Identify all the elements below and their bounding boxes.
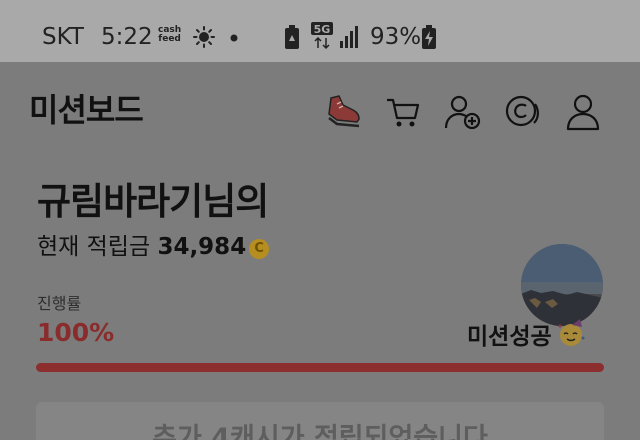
- points-label: 현재 적립금: [37, 234, 151, 260]
- signal-icon: [340, 26, 358, 48]
- reward-notice-text: 추가 4캐시가 적립되었습니다: [152, 423, 488, 440]
- shoe-icon[interactable]: [323, 92, 363, 132]
- progress-bar: [36, 363, 604, 372]
- battery-saver-icon: [285, 25, 299, 49]
- status-bar: SKT 5:22 cash feed 5G 93%: [0, 0, 640, 62]
- avatar-landscape-image: [521, 244, 603, 326]
- battery-charging-icon: [422, 25, 436, 49]
- clock: 5:22: [101, 24, 153, 50]
- carrier-label: SKT: [42, 24, 84, 50]
- progress-bar-fill: [36, 363, 604, 372]
- mission-status-label: 미션성공: [467, 324, 552, 350]
- notification-dot-icon: [230, 34, 238, 42]
- cashfeed-icon: cash feed: [158, 25, 182, 44]
- avatar[interactable]: [521, 244, 603, 326]
- profile-icon[interactable]: [563, 92, 603, 132]
- mission-board-screen: 미션보드 규림바라기님의 현재 적립금 34,984 C 진행률 100% 미션…: [0, 62, 640, 440]
- network-5g-icon: 5G: [311, 22, 333, 50]
- page-title: 미션보드: [29, 91, 144, 129]
- svg-text:5G: 5G: [314, 23, 331, 36]
- cart-icon[interactable]: [383, 92, 423, 132]
- party-face-icon: [558, 319, 585, 346]
- points-row: 현재 적립금 34,984 C: [37, 232, 270, 262]
- progress-value: 100%: [37, 318, 115, 347]
- user-greeting: 규림바라기님의: [37, 180, 269, 223]
- progress-label: 진행률: [37, 294, 82, 313]
- battery-percent: 93%: [370, 24, 422, 50]
- sun-icon: [193, 26, 215, 48]
- coin-badge-icon: C: [249, 239, 270, 259]
- points-value: 34,984: [157, 234, 247, 260]
- add-friend-icon[interactable]: [442, 92, 482, 132]
- reward-notice: 추가 4캐시가 적립되었습니다: [36, 402, 604, 440]
- mission-status: 미션성공: [467, 318, 586, 352]
- coin-icon[interactable]: [503, 92, 543, 132]
